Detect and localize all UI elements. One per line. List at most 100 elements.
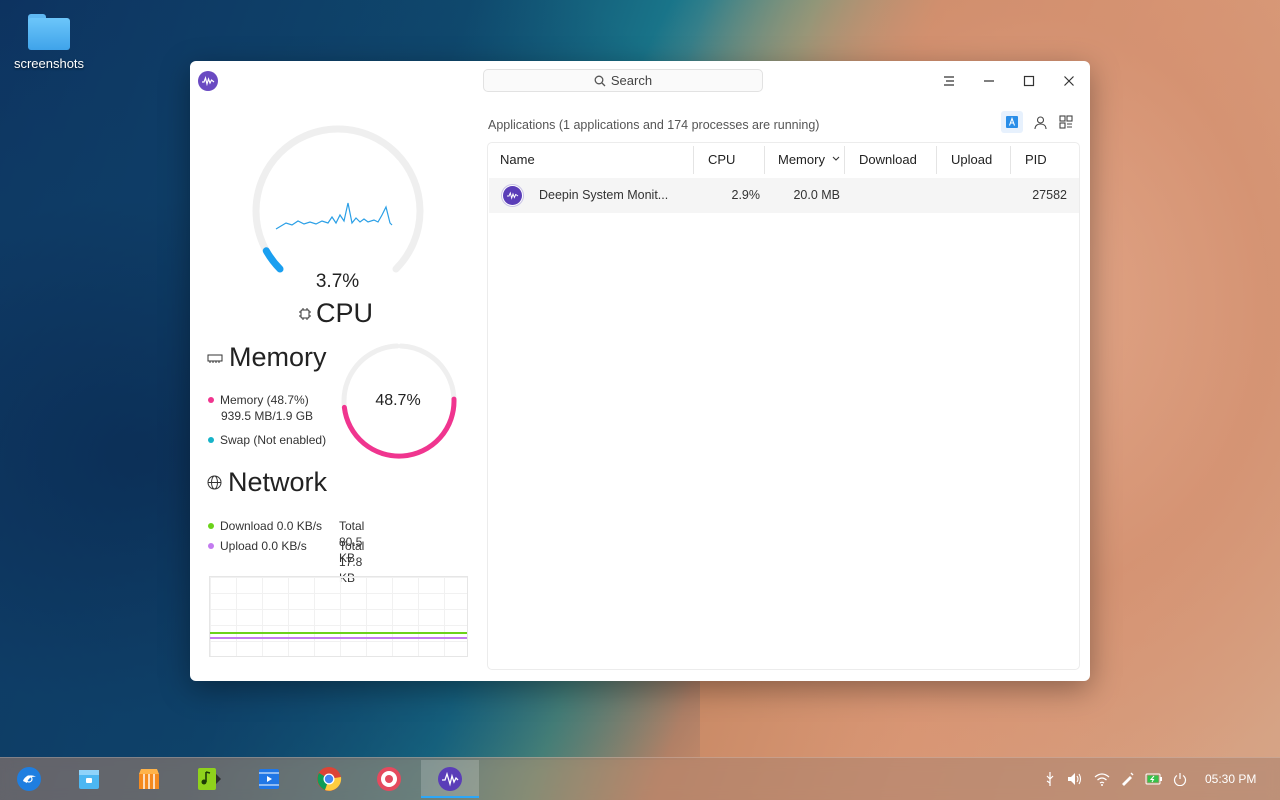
desktop-folder-label: screenshots bbox=[13, 56, 85, 71]
maximize-icon bbox=[1023, 75, 1035, 87]
column-separator bbox=[693, 146, 694, 174]
wifi-icon bbox=[1094, 772, 1110, 786]
grid-icon bbox=[1059, 115, 1073, 129]
process-memory: 20.0 MB bbox=[793, 188, 840, 202]
system-monitor-icon bbox=[438, 767, 462, 791]
column-pid[interactable]: PID bbox=[1025, 152, 1047, 170]
cpu-usage-value: 3.7% bbox=[315, 271, 360, 292]
network-graph bbox=[209, 576, 468, 657]
network-title-text: Network bbox=[228, 467, 328, 497]
folder-icon bbox=[28, 12, 70, 50]
all-processes-button[interactable] bbox=[1055, 111, 1077, 133]
chrome-button[interactable] bbox=[300, 760, 358, 798]
column-cpu[interactable]: CPU bbox=[708, 152, 735, 170]
power-tray-button[interactable] bbox=[1171, 770, 1189, 788]
video-button[interactable] bbox=[240, 760, 298, 798]
memory-legend-label: Memory (48.7%) bbox=[220, 393, 309, 407]
launcher-button[interactable] bbox=[0, 760, 58, 798]
sort-chevron-down-icon bbox=[832, 156, 839, 161]
memory-title: Memory bbox=[207, 342, 327, 373]
usb-tray-button[interactable] bbox=[1041, 770, 1059, 788]
volume-icon bbox=[1068, 773, 1082, 785]
close-icon bbox=[1064, 76, 1074, 86]
applications-summary: Applications (1 applications and 174 pro… bbox=[488, 118, 820, 132]
app-store-icon bbox=[139, 769, 159, 789]
table-header: Name CPU Memory Download Upload PID bbox=[488, 143, 1079, 177]
music-button[interactable] bbox=[180, 760, 238, 798]
user-icon bbox=[1033, 115, 1047, 129]
titlebar: Search bbox=[190, 61, 1090, 101]
pen-icon bbox=[1122, 772, 1134, 786]
search-box[interactable]: Search bbox=[483, 69, 763, 92]
application-view-icon bbox=[1006, 116, 1018, 128]
chrome-icon bbox=[317, 767, 342, 791]
battery-tray-button[interactable] bbox=[1145, 770, 1163, 788]
my-processes-button[interactable] bbox=[1029, 111, 1051, 133]
column-memory-label: Memory bbox=[778, 152, 825, 167]
file-manager-button[interactable] bbox=[60, 760, 118, 798]
search-placeholder: Search bbox=[610, 73, 653, 88]
maximize-button[interactable] bbox=[1017, 69, 1041, 93]
battery-charging-icon bbox=[1145, 773, 1162, 785]
memory-dot bbox=[208, 396, 214, 403]
minimize-button[interactable] bbox=[977, 69, 1001, 93]
column-memory[interactable]: Memory bbox=[778, 152, 840, 170]
memory-title-text: Memory bbox=[229, 342, 327, 372]
minimize-icon bbox=[984, 80, 994, 82]
column-separator bbox=[936, 146, 937, 174]
close-button[interactable] bbox=[1057, 69, 1081, 93]
system-monitor-app-icon bbox=[501, 184, 524, 207]
globe-icon bbox=[207, 475, 222, 490]
music-icon bbox=[198, 768, 221, 790]
process-table: Name CPU Memory Download Upload PID Deep… bbox=[487, 142, 1080, 670]
desktop-folder-screenshots[interactable]: screenshots bbox=[8, 12, 90, 71]
system-monitor-logo-icon bbox=[198, 71, 218, 91]
download-graph-line bbox=[210, 632, 467, 634]
volume-tray-button[interactable] bbox=[1066, 770, 1084, 788]
process-cpu: 2.9% bbox=[731, 188, 761, 202]
memory-icon bbox=[207, 354, 223, 363]
process-pid: 27582 bbox=[1032, 188, 1067, 202]
cpu-chip-icon bbox=[299, 307, 311, 320]
power-icon bbox=[1173, 773, 1187, 786]
search-icon bbox=[594, 75, 606, 86]
column-separator bbox=[1010, 146, 1011, 174]
column-separator bbox=[764, 146, 765, 174]
menu-icon bbox=[944, 76, 954, 86]
column-separator bbox=[844, 146, 845, 174]
network-title: Network bbox=[207, 467, 327, 498]
wifi-tray-button[interactable] bbox=[1093, 770, 1111, 788]
pen-tray-button[interactable] bbox=[1118, 770, 1136, 788]
memory-legend-detail: 939.5 MB/1.9 GB bbox=[221, 409, 314, 423]
upload-graph-line bbox=[210, 637, 467, 639]
column-upload[interactable]: Upload bbox=[951, 152, 992, 170]
settings-button[interactable] bbox=[360, 760, 418, 798]
upload-dot bbox=[208, 542, 214, 549]
memory-legend: Memory (48.7%) 939.5 MB/1.9 GB Swap (Not… bbox=[208, 392, 326, 448]
launcher-icon bbox=[17, 767, 41, 791]
monitor-panel[interactable]: 3.7% CPU Memory Memory (48.7%) 939.5 MB/… bbox=[190, 101, 480, 681]
cpu-title: CPU bbox=[298, 298, 373, 329]
cpu-usage-sparkline bbox=[275, 202, 393, 230]
application-view-button[interactable] bbox=[1001, 111, 1023, 133]
process-name: Deepin System Monit... bbox=[539, 188, 669, 202]
file-manager-icon bbox=[79, 770, 99, 789]
cpu-title-text: CPU bbox=[316, 298, 374, 328]
download-dot bbox=[208, 522, 214, 529]
menu-button[interactable] bbox=[937, 69, 961, 93]
system-monitor-window: Search 3.7% CPU Memory Memory (48.7%) 93… bbox=[190, 61, 1090, 681]
usb-icon bbox=[1046, 772, 1054, 786]
table-row[interactable]: Deepin System Monit... 2.9% 20.0 MB 2758… bbox=[489, 178, 1079, 213]
memory-usage-value: 48.7% bbox=[375, 392, 421, 409]
swap-legend-label: Swap (Not enabled) bbox=[220, 433, 327, 447]
settings-icon bbox=[377, 767, 401, 791]
column-name[interactable]: Name bbox=[500, 152, 535, 170]
system-monitor-button[interactable] bbox=[421, 760, 479, 798]
clock[interactable]: 05:30 PM bbox=[1205, 772, 1256, 786]
app-store-button[interactable] bbox=[120, 760, 178, 798]
swap-dot bbox=[208, 436, 214, 443]
download-rate: Download 0.0 KB/s bbox=[220, 519, 323, 533]
column-download[interactable]: Download bbox=[859, 152, 917, 170]
taskbar: 05:30 PM bbox=[0, 757, 1280, 800]
video-icon bbox=[259, 769, 279, 789]
